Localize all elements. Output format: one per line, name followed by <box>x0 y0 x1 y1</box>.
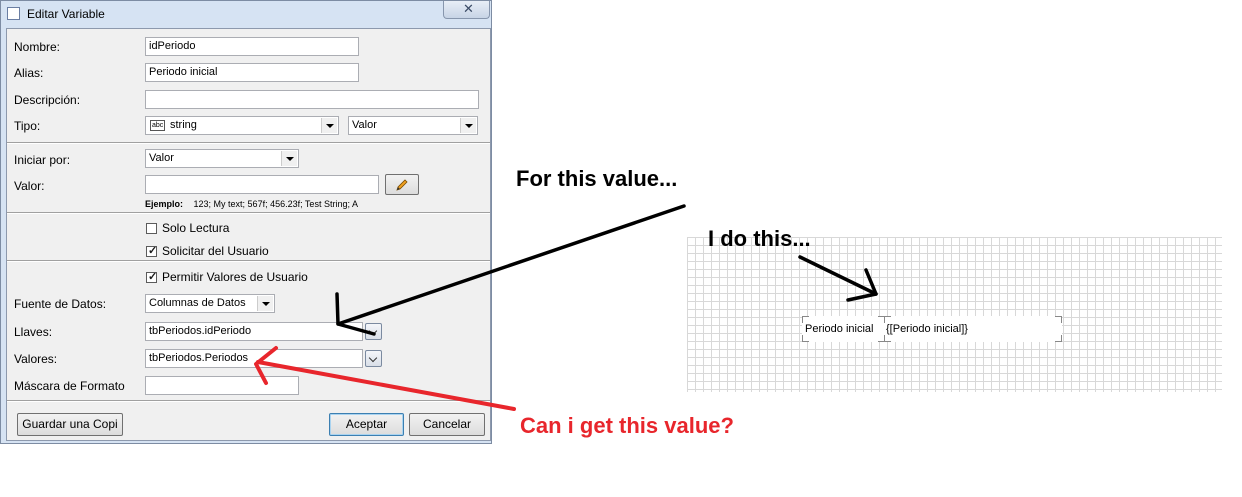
arrow-to-designer-field <box>798 255 878 296</box>
annotation-arrows <box>254 204 878 411</box>
arrowhead-designer <box>846 268 878 302</box>
arrow-to-llaves <box>336 204 686 326</box>
arrow-to-valores <box>256 360 516 411</box>
